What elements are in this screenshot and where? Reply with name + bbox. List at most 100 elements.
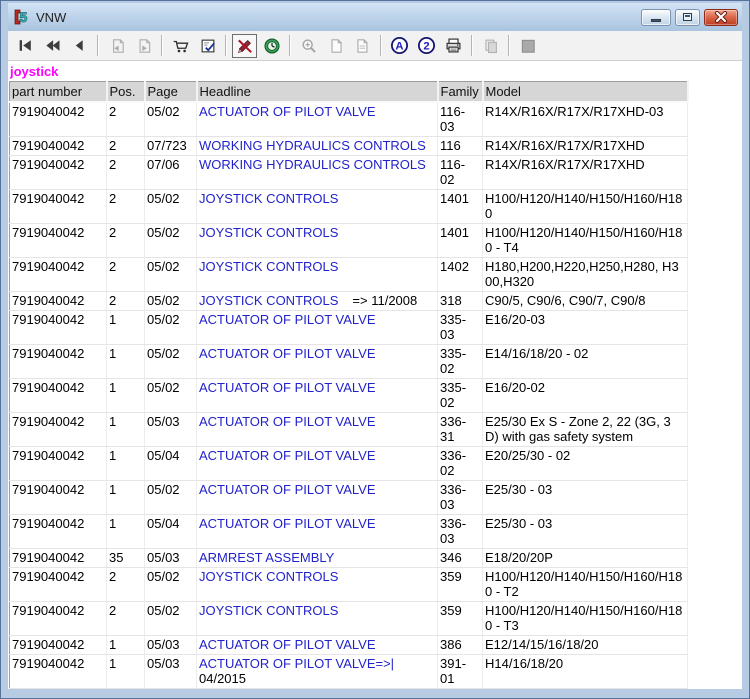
headline-link[interactable]: JOYSTICK CONTROLS [199,259,338,274]
cell-model: H100/H120/H140/H150/H160/H180 [482,189,688,224]
cell-pos: 1 [106,310,145,345]
cell-headline: ACTUATOR OF PILOT VALVE [196,480,438,515]
headline-link[interactable]: JOYSTICK CONTROLS [199,569,338,584]
cell-model: R14X/R16X/R17X/R17XHD [482,155,688,190]
cell-pos: 2 [106,257,145,292]
print-button[interactable] [441,34,466,58]
cell-part-number: 7919040042 [9,654,107,689]
cell-part-number: 7919040042 [9,223,107,258]
col-header-model[interactable]: Model [482,81,689,103]
stop-icon [521,39,535,53]
maximize-button[interactable] [675,8,700,26]
cell-part-number: 7919040042 [9,344,107,379]
cell-page: 05/04 [144,688,197,689]
cell-page: 05/02 [144,257,197,292]
cell-pos: 1 [106,654,145,689]
cell-headline: ACTUATOR OF PILOT VALVE [196,446,438,481]
circled-2-button[interactable]: 2 [414,34,439,58]
toolbar-separator [225,35,227,56]
headline-link[interactable]: JOYSTICK CONTROLS [199,225,338,240]
table-row[interactable]: 7919040042 2 05/02 JOYSTICK CONTROLS 359… [9,567,688,602]
headline-link[interactable]: WORKING HYDRAULICS CONTROLS [199,157,426,172]
cell-headline: JOYSTICK CONTROLS [196,257,438,292]
cell-headline: JOYSTICK CONTROLS [196,567,438,602]
cell-headline: WORKING HYDRAULICS CONTROLS [196,155,438,190]
table-row[interactable]: 7919040042 1 05/03 ACTUATOR OF PILOT VAL… [9,412,688,447]
table-row[interactable]: 7919040042 1 05/04 ACTUATOR OF PILOT VAL… [9,514,688,549]
cell-family: 116-02 [437,155,483,190]
headline-link[interactable]: JOYSTICK CONTROLS [199,603,338,618]
close-button[interactable] [704,8,738,26]
table-row[interactable]: 7919040042 1 05/02 ACTUATOR OF PILOT VAL… [9,310,688,345]
cell-pos: 2 [106,189,145,224]
headline-link[interactable]: ACTUATOR OF PILOT VALVE [199,346,376,361]
cell-part-number: 7919040042 [9,480,107,515]
table-row[interactable]: 7919040042 2 05/02 JOYSTICK CONTROLS 140… [9,257,688,292]
headline-link[interactable]: ACTUATOR OF PILOT VALVE [199,104,376,119]
cell-part-number: 7919040042 [9,257,107,292]
cell-part-number: 7919040042 [9,601,107,636]
cell-headline: ARMREST ASSEMBLY [196,548,438,568]
headline-link[interactable]: JOYSTICK CONTROLS [199,293,338,308]
results-table: part number Pos. Page Headline Family Mo… [9,81,689,689]
page-preview-icon [331,38,342,53]
headline-link[interactable]: JOYSTICK CONTROLS [199,191,338,206]
stop-button [515,34,540,58]
table-row[interactable]: 7919040042 1 05/03 ACTUATOR OF PILOT VAL… [9,654,688,689]
col-header-headline[interactable]: Headline [196,81,439,103]
headline-link[interactable]: ACTUATOR OF PILOT VALVE [199,414,376,429]
table-row[interactable]: 7919040042 1 05/04 ACTUATOR OF PILOT VAL… [9,446,688,481]
first-record-button[interactable] [13,34,38,58]
table-row[interactable]: 7919040042 2 05/02 ACTUATOR OF PILOT VAL… [9,102,688,137]
headline-link[interactable]: ACTUATOR OF PILOT VALVE [199,482,376,497]
order-form-button[interactable] [195,34,220,58]
col-header-page[interactable]: Page [144,81,198,103]
table-row[interactable]: 7919040042 35 05/03 ARMREST ASSEMBLY 346… [9,548,688,568]
previous-fast-button[interactable] [40,34,65,58]
clock-button[interactable] [259,34,284,58]
cell-family: 1402 [437,257,483,292]
table-row[interactable]: 7919040042 2 05/02 JOYSTICK CONTROLS 140… [9,223,688,258]
previous-record-button[interactable] [67,34,92,58]
vnw-5-logo-icon: 5 [12,8,30,26]
table-row[interactable]: 7919040042 1 05/02 ACTUATOR OF PILOT VAL… [9,480,688,515]
table-row[interactable]: 7919040042 2 05/02 JOYSTICK CONTROLS => 1… [9,291,688,311]
zoom-button [296,34,321,58]
table-row[interactable]: 7919040042 1 05/03 ACTUATOR OF PILOT VAL… [9,635,688,655]
table-row[interactable]: 7919040042 1 05/02 ACTUATOR OF PILOT VAL… [9,378,688,413]
cell-pos: 2 [106,223,145,258]
cell-model: E16/20-02 [482,378,688,413]
col-header-pos[interactable]: Pos. [106,81,146,103]
table-row[interactable]: 7919040042 1 05/02 ACTUATOR OF PILOT VAL… [9,344,688,379]
headline-link[interactable]: ACTUATOR OF PILOT VALVE [199,380,376,395]
col-header-part-number[interactable]: part number [9,81,108,103]
table-row[interactable]: 7919040042 2 07/723 WORKING HYDRAULICS C… [9,136,688,156]
table-row[interactable]: 7919040042 2 07/06 WORKING HYDRAULICS CO… [9,155,688,190]
table-row[interactable]: 7919040042 1 05/04 ACTUATOR OF PILOT VAL… [9,688,688,689]
cell-page: 05/03 [144,412,197,447]
headline-link[interactable]: ACTUATOR OF PILOT VALVE [199,637,376,652]
titlebar[interactable]: 5 VNW [8,3,742,31]
headline-link[interactable]: ARMREST ASSEMBLY [199,550,334,565]
cell-page: 05/02 [144,344,197,379]
no-edit-pen-button[interactable] [232,33,257,58]
headline-link[interactable]: ACTUATOR OF PILOT VALVE=>| [199,656,394,671]
col-header-family[interactable]: Family [437,81,484,103]
circled-a-button[interactable]: A [387,34,412,58]
headline-link[interactable]: WORKING HYDRAULICS CONTROLS [199,138,426,153]
cell-model: H180,H200,H220,H250,H280, H300,H320 [482,257,688,292]
cell-page: 05/03 [144,635,197,655]
table-row[interactable]: 7919040042 2 05/02 JOYSTICK CONTROLS 359… [9,601,688,636]
cell-part-number: 7919040042 [9,412,107,447]
page-preview-button [323,34,348,58]
shopping-cart-button[interactable] [168,34,193,58]
headline-link[interactable]: ACTUATOR OF PILOT VALVE [199,516,376,531]
cell-page: 05/02 [144,601,197,636]
headline-link[interactable]: ACTUATOR OF PILOT VALVE [199,448,376,463]
cell-page: 07/723 [144,136,197,156]
table-row[interactable]: 7919040042 2 05/02 JOYSTICK CONTROLS 140… [9,189,688,224]
minimize-button[interactable] [641,8,671,26]
page-preview-alt-icon [356,38,367,53]
cell-part-number: 7919040042 [9,514,107,549]
headline-link[interactable]: ACTUATOR OF PILOT VALVE [199,312,376,327]
